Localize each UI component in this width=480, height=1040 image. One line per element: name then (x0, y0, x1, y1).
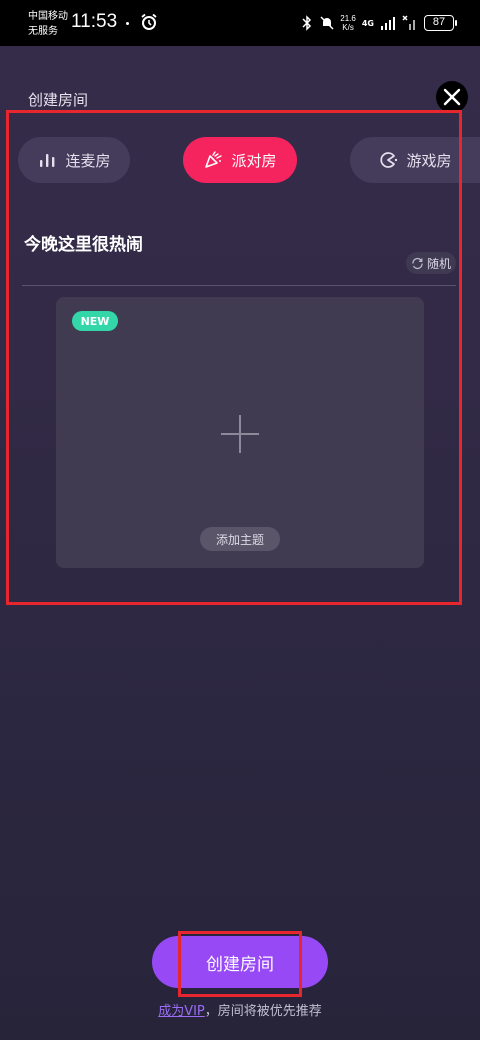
mute-bell-icon (320, 16, 334, 30)
service-status: 无服务 (28, 26, 58, 37)
create-room-button[interactable]: 创建房间 (152, 936, 328, 988)
notification-dot (126, 22, 129, 25)
game-pacman-icon (380, 152, 398, 168)
battery-indicator: 87 (424, 15, 457, 31)
vip-note-text: ，房间将被优先推荐 (204, 1004, 322, 1019)
become-vip-link[interactable]: 成为VIP (158, 1004, 205, 1019)
room-type-lianmai[interactable]: 连麦房 (18, 137, 130, 183)
vip-promo-text: 成为VIP，房间将被优先推荐 (0, 1000, 480, 1019)
party-popper-icon (205, 151, 223, 168)
bar-chart-icon (40, 154, 55, 167)
random-label: 随机 (426, 256, 451, 271)
room-name-input[interactable]: 今晚这里很热闹 (24, 230, 143, 255)
add-theme-button[interactable]: 添加主题 (200, 527, 280, 551)
room-type-label: 游戏房 (406, 151, 452, 170)
carrier-name: 中国移动 (28, 11, 68, 22)
status-icons: 21.6 K/s 4G 87 (300, 12, 457, 34)
network-speed: 21.6 K/s (340, 14, 356, 32)
room-type-party[interactable]: 派对房 (183, 137, 297, 183)
close-icon (443, 88, 461, 106)
close-button[interactable] (436, 81, 468, 113)
speed-value: 21.6 (340, 14, 356, 23)
theme-card[interactable]: NEW 添加主题 (56, 297, 424, 568)
room-type-label: 连麦房 (65, 151, 111, 170)
divider (22, 285, 456, 286)
signal-no-service-icon (402, 15, 415, 30)
new-badge: NEW (72, 311, 118, 331)
status-time: 11:53 (71, 11, 118, 32)
status-bar: 中国移动 无服务 11:53 21.6 K/s 4G 87 (0, 0, 480, 46)
refresh-icon (412, 257, 423, 269)
network-type: 4G (361, 18, 374, 28)
alarm-icon (141, 13, 157, 30)
room-type-label: 派对房 (231, 151, 277, 170)
random-name-button[interactable]: 随机 (406, 252, 456, 274)
signal-icon (381, 17, 395, 30)
plus-icon[interactable] (219, 413, 261, 455)
carrier-info: 中国移动 无服务 (28, 9, 68, 39)
page-title: 创建房间 (28, 91, 89, 109)
room-type-game[interactable]: 游戏房 (350, 137, 480, 183)
bluetooth-icon (302, 15, 312, 31)
speed-unit: K/s (342, 23, 354, 32)
